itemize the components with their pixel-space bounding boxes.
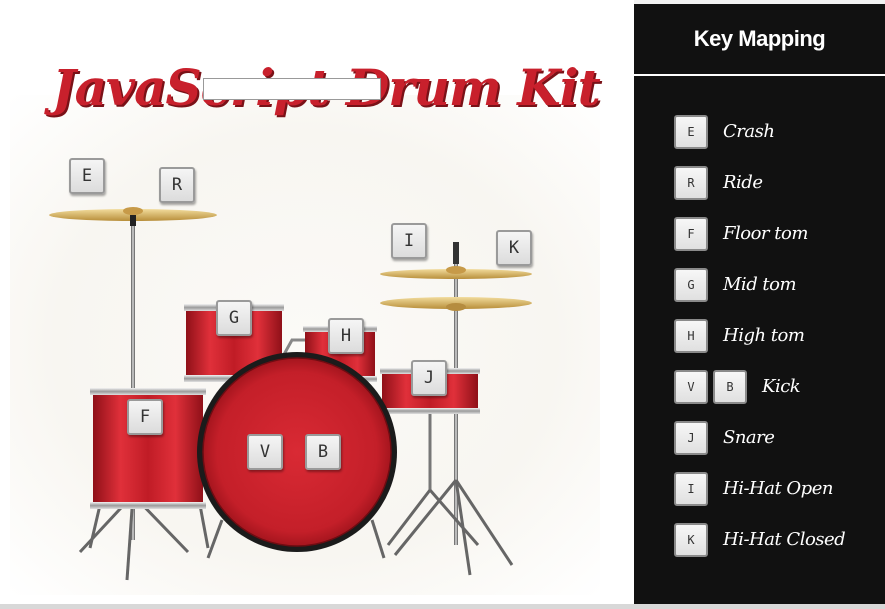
hihat-open-key[interactable]: I [391, 223, 427, 259]
mapping-label: Crash [723, 121, 775, 142]
mapping-row-hihat-closed: K Hi-Hat Closed [674, 514, 846, 565]
mapping-key: F [674, 216, 708, 251]
mapping-label: Kick [762, 376, 801, 397]
mapping-row-snare: J Snare [674, 412, 845, 463]
mapping-label: Ride [723, 172, 763, 193]
mapping-key: G [674, 267, 708, 302]
mapping-label: Hi-Hat Open [723, 478, 833, 499]
kick-drum [197, 352, 397, 552]
kick-key-b[interactable]: B [305, 434, 341, 470]
bottom-edge [0, 604, 885, 609]
crash-key[interactable]: E [69, 158, 105, 194]
mapping-label: Snare [723, 427, 775, 448]
high-tom-key[interactable]: H [328, 318, 364, 354]
mapping-row-ride: R Ride [674, 157, 845, 208]
kick-key-v[interactable]: V [247, 434, 283, 470]
drum-kit-stage: JavaScript Drum Kit E R I K G H F V B J [0, 0, 634, 604]
mapping-label: Floor tom [723, 223, 808, 244]
mapping-row-mid-tom: G Mid tom [674, 259, 845, 310]
mapping-row-high-tom: H High tom [674, 310, 845, 361]
mapping-key: B [713, 369, 747, 404]
mapping-row-crash: E Crash [674, 106, 845, 157]
mapping-label: High tom [723, 325, 805, 346]
mapping-label: Hi-Hat Closed [723, 529, 846, 550]
ride-key[interactable]: R [159, 167, 195, 203]
mapping-row-floor-tom: F Floor tom [674, 208, 845, 259]
mapping-key: H [674, 318, 708, 353]
snare-stand [386, 412, 480, 546]
floor-tom-key[interactable]: F [127, 399, 163, 435]
sidebar-header: Key Mapping [634, 4, 885, 76]
mapping-key: I [674, 471, 708, 506]
mid-tom-key[interactable]: G [216, 300, 252, 336]
crash-cymbal [49, 207, 217, 226]
sidebar-title: Key Mapping [693, 26, 826, 51]
mapping-list: E Crash R Ride F Floor tom G Mid tom H H… [674, 106, 846, 565]
key-mapping-sidebar: Key Mapping E Crash R Ride F Floor tom G… [634, 4, 885, 604]
mapping-row-hihat-open: I Hi-Hat Open [674, 463, 845, 514]
drum-kit-illustration [49, 207, 532, 581]
mapping-label: Mid tom [723, 274, 797, 295]
mapping-key: E [674, 114, 708, 149]
hihat-closed-key[interactable]: K [496, 230, 532, 266]
snare-key[interactable]: J [411, 360, 447, 396]
mapping-key: R [674, 165, 708, 200]
mapping-key: J [674, 420, 708, 455]
mapping-key: K [674, 522, 708, 557]
mapping-row-kick: V B Kick [674, 361, 845, 412]
mapping-key: V [674, 369, 708, 404]
